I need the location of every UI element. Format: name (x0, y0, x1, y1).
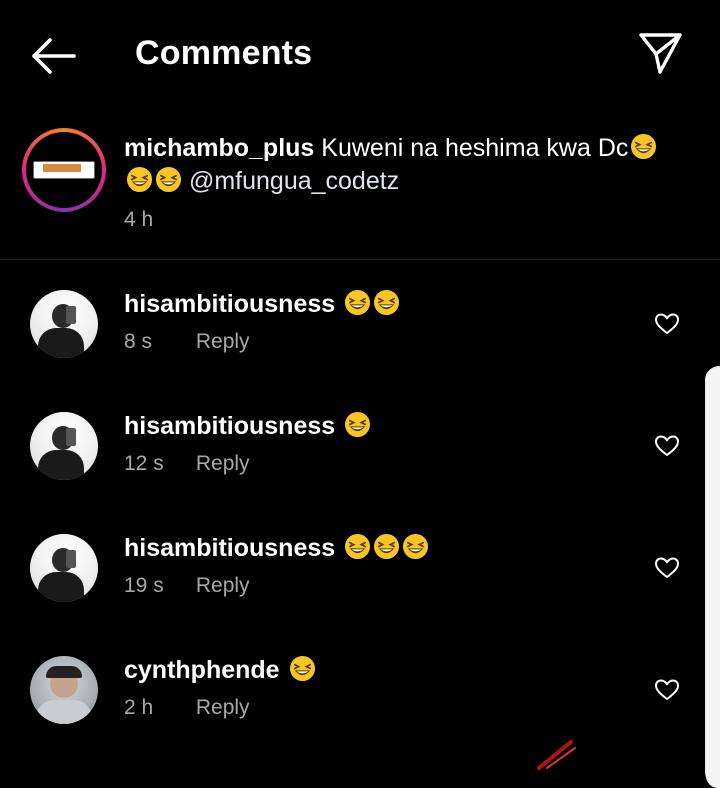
heart-icon[interactable] (654, 312, 680, 336)
heart-icon[interactable] (654, 678, 680, 702)
comment-item: hisambitiousness 19 s Reply (0, 532, 720, 644)
comment-text: cynthphende (124, 654, 316, 687)
comment-meta: 2 h Reply (124, 696, 250, 720)
grinning-squinting-face-icon (374, 533, 400, 560)
caption-body: Kuweni na heshima kwa Dc (321, 134, 629, 162)
comment-text: hisambitiousness (124, 288, 400, 321)
grinning-squinting-face-icon (126, 166, 153, 193)
grinning-squinting-face-icon (345, 533, 371, 560)
avatar[interactable] (30, 656, 98, 724)
back-arrow-icon[interactable] (28, 34, 78, 78)
brand-logo-icon (33, 161, 95, 179)
watermark-icon (537, 740, 576, 770)
reply-button[interactable]: Reply (196, 574, 250, 598)
edge-scroll-handle-inner (706, 368, 720, 788)
comment-meta: 19 s Reply (124, 574, 250, 598)
comment-username[interactable]: cynthphende (124, 656, 280, 684)
caption-text: michambo_plus Kuweni na heshima kwa Dc @… (124, 132, 684, 198)
comment-meta: 12 s Reply (124, 452, 250, 476)
heart-icon[interactable] (654, 556, 680, 580)
comment-timestamp: 2 h (124, 696, 154, 719)
avatar-image (26, 132, 102, 208)
caption-username[interactable]: michambo_plus (124, 134, 314, 162)
grinning-squinting-face-icon (289, 655, 315, 682)
grinning-squinting-face-icon (155, 166, 182, 193)
mention-link[interactable]: @mfungua_codetz (189, 167, 399, 195)
comment-timestamp: 8 s (124, 330, 153, 353)
avatar[interactable] (30, 534, 98, 602)
caption-timestamp: 4 h (124, 208, 154, 231)
reply-button[interactable]: Reply (196, 696, 250, 720)
comment-timestamp: 12 s (124, 452, 164, 475)
reply-button[interactable]: Reply (196, 452, 250, 476)
comment-item: hisambitiousness 8 s Reply (0, 288, 720, 400)
comment-username[interactable]: hisambitiousness (124, 412, 335, 440)
heart-icon[interactable] (654, 434, 680, 458)
grinning-squinting-face-icon (345, 411, 371, 438)
header-bar: Comments (0, 0, 720, 110)
comment-item: hisambitiousness 12 s Reply (0, 410, 720, 522)
grinning-squinting-face-icon (403, 533, 429, 560)
comment-meta: 8 s Reply (124, 330, 250, 354)
avatar[interactable] (22, 128, 106, 212)
avatar[interactable] (30, 290, 98, 358)
comment-text: hisambitiousness (124, 410, 371, 443)
grinning-squinting-face-icon (374, 289, 400, 316)
post-caption: michambo_plus Kuweni na heshima kwa Dc @… (0, 118, 720, 260)
comment-timestamp: 19 s (124, 574, 164, 597)
divider (0, 259, 720, 260)
grinning-squinting-face-icon (345, 289, 371, 316)
grinning-squinting-face-icon (631, 133, 657, 160)
reply-button[interactable]: Reply (196, 330, 250, 354)
comment-username[interactable]: hisambitiousness (124, 290, 335, 318)
avatar[interactable] (30, 412, 98, 480)
comment-item: cynthphende 2 h Reply (0, 654, 720, 766)
page-title: Comments (135, 34, 313, 72)
paper-plane-icon[interactable] (636, 30, 684, 76)
comment-text: hisambitiousness (124, 532, 429, 565)
comment-username[interactable]: hisambitiousness (124, 534, 335, 562)
